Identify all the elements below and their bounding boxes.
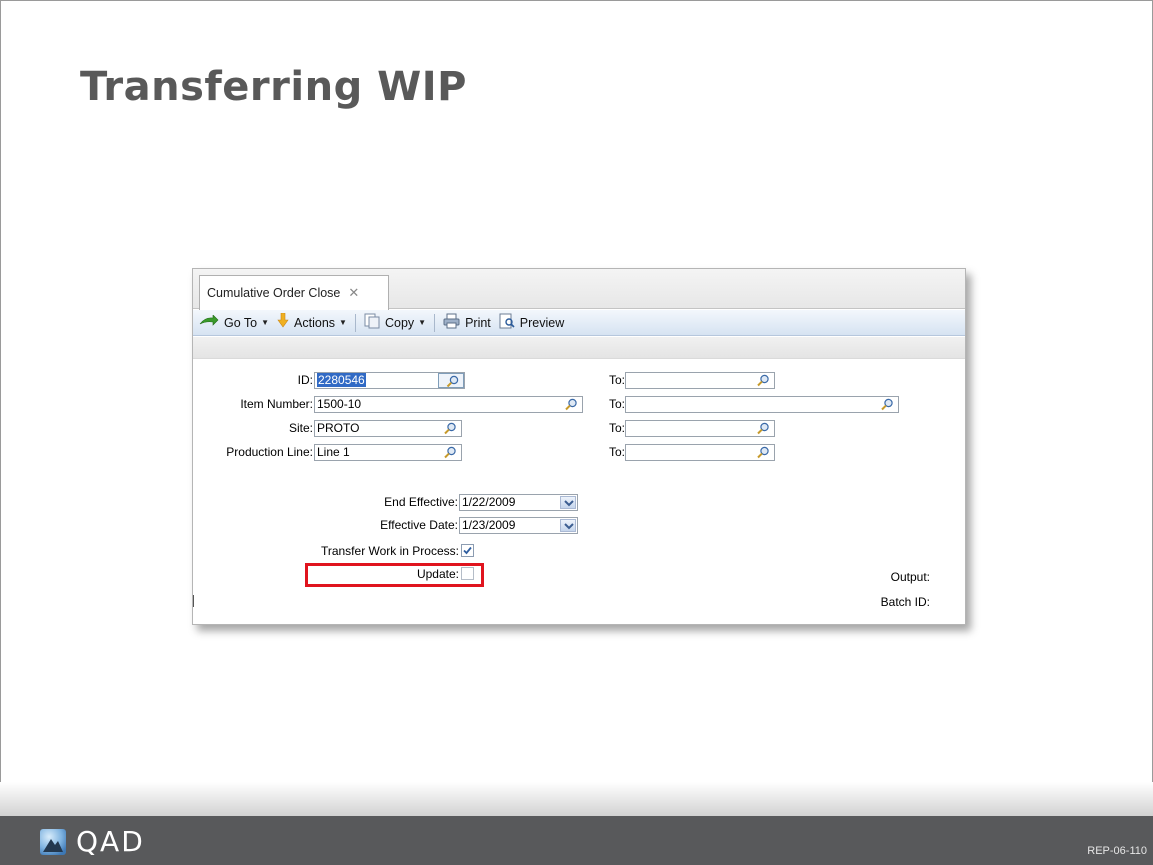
item-number-label: Item Number:: [240, 397, 313, 411]
production-line-to-label: To:: [608, 445, 625, 459]
transfer-wip-checkbox[interactable]: [461, 544, 474, 557]
slide-code: REP-06-110: [1087, 845, 1147, 857]
footer-bar: [0, 816, 1153, 865]
lookup-magnifier-icon[interactable]: [756, 446, 770, 459]
tab-label: Cumulative Order Close: [207, 286, 341, 300]
copy-label: Copy: [384, 315, 415, 330]
end-effective-label: End Effective:: [384, 495, 458, 509]
id-to-field[interactable]: [625, 372, 775, 389]
update-label: Update:: [416, 567, 459, 581]
copy-button[interactable]: Copy ▼: [364, 313, 426, 332]
goto-arrow-icon: [199, 314, 219, 330]
output-label: Output:: [890, 570, 930, 584]
site-field[interactable]: PROTO: [314, 420, 462, 437]
lookup-magnifier-icon[interactable]: [756, 422, 770, 435]
id-to-label: To:: [608, 373, 625, 387]
effective-date-value: 1/23/2009: [462, 518, 516, 532]
print-label: Print: [465, 315, 491, 330]
dropdown-chevron-icon[interactable]: [560, 519, 576, 532]
site-to-label: To:: [608, 421, 625, 435]
print-button[interactable]: Print: [443, 313, 491, 332]
lookup-magnifier-icon[interactable]: [443, 446, 457, 459]
window-edge-mark: [193, 595, 194, 607]
item-number-field[interactable]: 1500-10: [314, 396, 583, 413]
end-effective-value: 1/22/2009: [462, 495, 516, 509]
site-label: Site:: [288, 421, 313, 435]
site-value: PROTO: [317, 421, 360, 435]
qad-logo-icon: [40, 829, 66, 855]
id-field[interactable]: 2280546: [314, 372, 465, 389]
lookup-magnifier-icon[interactable]: [438, 373, 464, 388]
slide-title: Transferring WIP: [80, 64, 467, 110]
preview-icon: [499, 313, 515, 332]
production-line-field[interactable]: Line 1: [314, 444, 462, 461]
actions-button[interactable]: Actions ▼: [277, 312, 347, 332]
app-window: Cumulative Order Close ✕ Go To ▼ Actions…: [192, 268, 966, 625]
lookup-magnifier-icon[interactable]: [880, 398, 894, 411]
id-label: ID:: [297, 373, 313, 387]
actions-label: Actions: [294, 315, 336, 330]
tab-close-icon[interactable]: ✕: [348, 285, 359, 301]
item-number-value: 1500-10: [317, 397, 362, 411]
id-value: 2280546: [317, 373, 366, 387]
preview-button[interactable]: Preview: [499, 313, 564, 332]
chevron-down-icon: ▼: [418, 318, 427, 327]
copy-icon: [364, 313, 380, 332]
toolbar-separator: [354, 313, 356, 332]
qad-logo: QAD: [40, 827, 145, 857]
transfer-wip-label: Transfer Work in Process:: [320, 544, 459, 558]
footer-fade: [0, 782, 1153, 818]
chevron-down-icon: ▼: [261, 318, 270, 327]
lookup-magnifier-icon[interactable]: [756, 374, 770, 387]
production-line-label: Production Line:: [226, 445, 313, 459]
chevron-down-icon: ▼: [339, 318, 347, 327]
effective-date-label: Effective Date:: [380, 518, 458, 532]
dropdown-chevron-icon[interactable]: [560, 496, 576, 509]
form-header-band: [193, 337, 965, 359]
site-to-field[interactable]: [625, 420, 775, 437]
tab-strip: Cumulative Order Close ✕: [193, 269, 965, 310]
checkbox-check-icon: [463, 546, 472, 555]
toolbar: Go To ▼ Actions ▼ Copy ▼ Print Preview: [193, 310, 965, 336]
lookup-magnifier-icon[interactable]: [564, 398, 578, 411]
actions-flag-icon: [277, 312, 289, 332]
goto-label: Go To: [224, 315, 258, 330]
goto-button[interactable]: Go To ▼: [199, 314, 270, 330]
update-checkbox[interactable]: [461, 567, 474, 580]
end-effective-field[interactable]: 1/22/2009: [459, 494, 578, 511]
tab-cumulative-order-close[interactable]: Cumulative Order Close ✕: [199, 275, 389, 310]
preview-label: Preview: [519, 315, 565, 330]
production-line-to-field[interactable]: [625, 444, 775, 461]
print-icon: [443, 313, 460, 332]
lookup-magnifier-icon[interactable]: [443, 422, 457, 435]
effective-date-field[interactable]: 1/23/2009: [459, 517, 578, 534]
batch-id-label: Batch ID:: [880, 595, 930, 609]
logo-text: QAD: [76, 825, 145, 858]
item-number-to-label: To:: [608, 397, 625, 411]
production-line-value: Line 1: [317, 445, 350, 459]
item-number-to-field[interactable]: [625, 396, 899, 413]
toolbar-separator: [434, 313, 436, 332]
